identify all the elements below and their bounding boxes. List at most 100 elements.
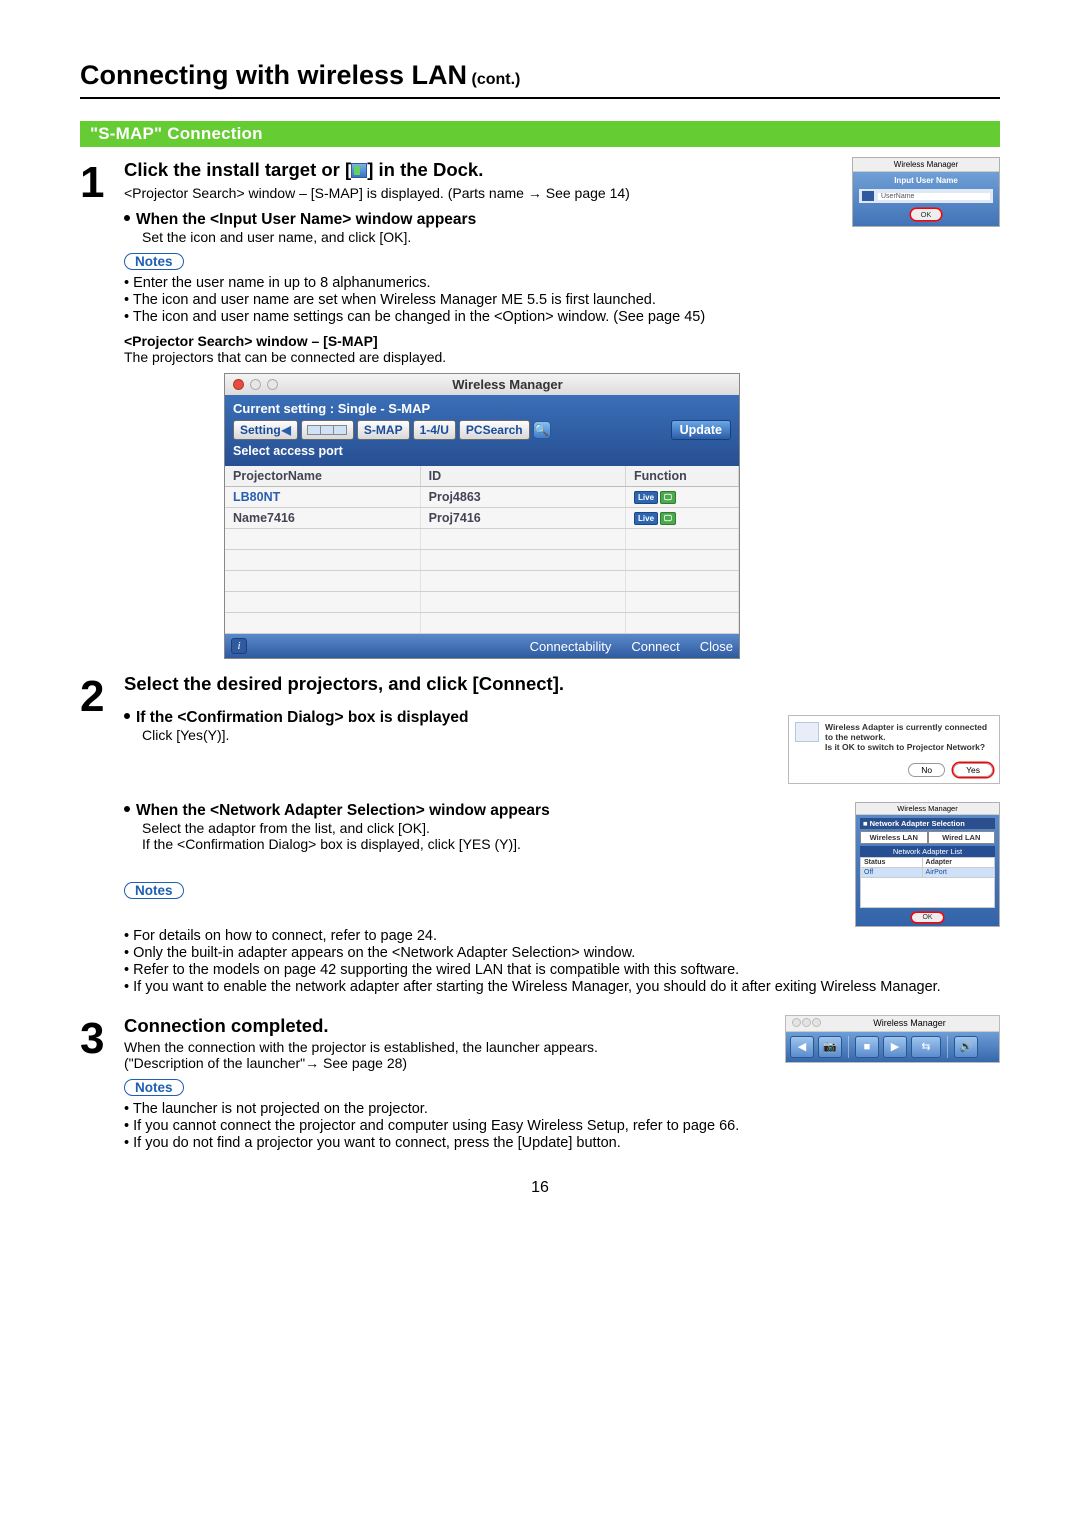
page-title: Connecting with wireless LAN (cont.) [80,60,1000,91]
current-setting: Current setting : Single - S-MAP [233,399,731,420]
dialog-text-line: Is it OK to switch to Projector Network? [825,742,993,752]
titlebar: Wireless Manager [856,803,999,815]
update-button[interactable]: Update [671,420,731,440]
dialog-header: ■ Network Adapter Selection [860,818,995,829]
dialog-text-line: Wireless Adapter is currently connected … [825,722,993,742]
sub-heading: When the <Input User Name> window appear… [124,211,840,229]
list-header: Network Adapter List [860,846,995,857]
notes-list: • Enter the user name in up to 8 alphanu… [124,275,840,325]
notes-label: Notes [124,882,184,899]
step-title: Click the install target or [] in the Do… [124,159,840,181]
step-3: 3 Wireless Manager ◀ 📷 ■ ▶ ⇆ [80,1013,1000,1151]
connectability-button[interactable]: Connectability [530,639,612,654]
connect-button[interactable]: Connect [631,639,679,654]
user-type-icon [862,191,874,201]
page-number: 16 [80,1179,1000,1197]
tab-wired-lan[interactable]: Wired LAN [928,831,996,844]
info-icon[interactable]: i [231,638,247,654]
layout-icons[interactable] [301,420,354,440]
window-dots [792,1018,822,1029]
table-row [225,571,739,592]
projector-search-body: The projectors that can be connected are… [124,349,840,365]
tab-wireless-lan[interactable]: Wireless LAN [860,831,928,844]
title-cont: (cont.) [467,71,520,88]
projector-table: ProjectorName ID Function LB80NT Proj486… [225,466,739,634]
window-title: Wireless Manager [284,377,731,392]
note-item: • For details on how to connect, refer t… [124,928,1000,944]
step-body-text: When the connection with the projector i… [124,1039,624,1071]
list-blank-area [860,878,995,908]
title-rule [80,97,1000,99]
figure-input-user-name: Wireless Manager Input User Name UserNam… [852,157,1000,227]
table-row [225,550,739,571]
notes-label: Notes [124,1079,184,1096]
figure-projector-search-window: Wireless Manager Current setting : Singl… [224,373,740,659]
col-id: ID [420,466,625,487]
window-titlebar: Wireless Manager [225,374,739,395]
user-name-field: UserName [878,193,990,200]
launcher-play-icon[interactable]: ▶ [883,1036,907,1058]
select-access-port-label: Select access port [233,440,731,460]
launcher-back-icon[interactable]: ◀ [790,1036,814,1058]
step-number: 3 [80,1017,124,1061]
col-projector-name: ProjectorName [225,466,420,487]
figure-launcher: Wireless Manager ◀ 📷 ■ ▶ ⇆ 🔊 [785,1015,1000,1063]
section-band: "S-MAP" Connection [80,121,1000,147]
adapter-icon [795,722,819,742]
col-adapter: Adapter [922,857,994,867]
table-row [225,529,739,550]
step-1: 1 Click the install target or [] in the … [80,157,840,667]
step-number: 2 [80,675,124,719]
note-item: • Enter the user name in up to 8 alphanu… [124,275,840,291]
search-icon[interactable]: 🔍 [533,421,551,439]
notes-list: • For details on how to connect, refer t… [124,928,1000,995]
tab-smap[interactable]: S-MAP [357,420,410,440]
note-item: • Only the built-in adapter appears on t… [124,945,1000,961]
launcher-link-icon[interactable]: ⇆ [911,1036,941,1058]
note-item: • If you do not find a projector you wan… [124,1135,1000,1151]
ok-button[interactable]: OK [912,913,942,922]
launcher-volume-icon[interactable]: 🔊 [954,1036,978,1058]
note-item: • If you want to enable the network adap… [124,979,1000,995]
list-item[interactable]: OffAirPort [861,867,995,877]
title-main: Connecting with wireless LAN [80,60,467,90]
note-item: • Refer to the models on page 42 support… [124,962,1000,978]
live-icon: Live [634,491,658,504]
table-row[interactable]: Name7416 Proj7416 Live🖵 [225,508,739,529]
screen-icon: 🖵 [660,512,676,525]
notes-list: • The launcher is not projected on the p… [124,1101,1000,1151]
figure-network-adapter-selection: Wireless Manager ■ Network Adapter Selec… [855,802,1000,927]
tab-pcsearch[interactable]: PCSearch [459,420,530,440]
minimize-icon [250,379,261,390]
note-item: • The launcher is not projected on the p… [124,1101,1000,1117]
step-number: 1 [80,161,124,205]
screen-icon: 🖵 [660,491,676,504]
step-2: 2 Select the desired projectors, and cli… [80,671,1000,995]
table-row [225,613,739,634]
launcher-stop-icon[interactable]: ■ [855,1036,879,1058]
step-desc: <Projector Search> window – [S-MAP] is d… [124,185,840,201]
close-button[interactable]: Close [700,639,733,654]
col-function: Function [626,466,739,487]
setting-button[interactable]: Setting◀ [233,420,298,440]
table-row [225,592,739,613]
col-status: Status [861,857,923,867]
figure-confirmation-dialog: Wireless Adapter is currently connected … [788,715,1000,784]
titlebar: Wireless Manager [853,158,999,172]
launcher-camera-icon[interactable]: 📷 [818,1036,842,1058]
note-item: • The icon and user name are set when Wi… [124,292,840,308]
tab-14u[interactable]: 1-4/U [413,420,456,440]
note-item: • The icon and user name settings can be… [124,309,840,325]
dock-icon [351,163,367,178]
live-icon: Live [634,512,658,525]
table-row[interactable]: LB80NT Proj4863 Live🖵 [225,487,739,508]
notes-label: Notes [124,253,184,270]
sub-body: Set the icon and user name, and click [O… [142,229,840,245]
ok-button[interactable]: OK [911,209,942,220]
yes-button[interactable]: Yes [953,763,993,777]
close-icon[interactable] [233,379,244,390]
no-button[interactable]: No [908,763,945,777]
zoom-icon [267,379,278,390]
projector-search-heading: <Projector Search> window – [S-MAP] [124,333,840,349]
note-item: • If you cannot connect the projector an… [124,1118,1000,1134]
